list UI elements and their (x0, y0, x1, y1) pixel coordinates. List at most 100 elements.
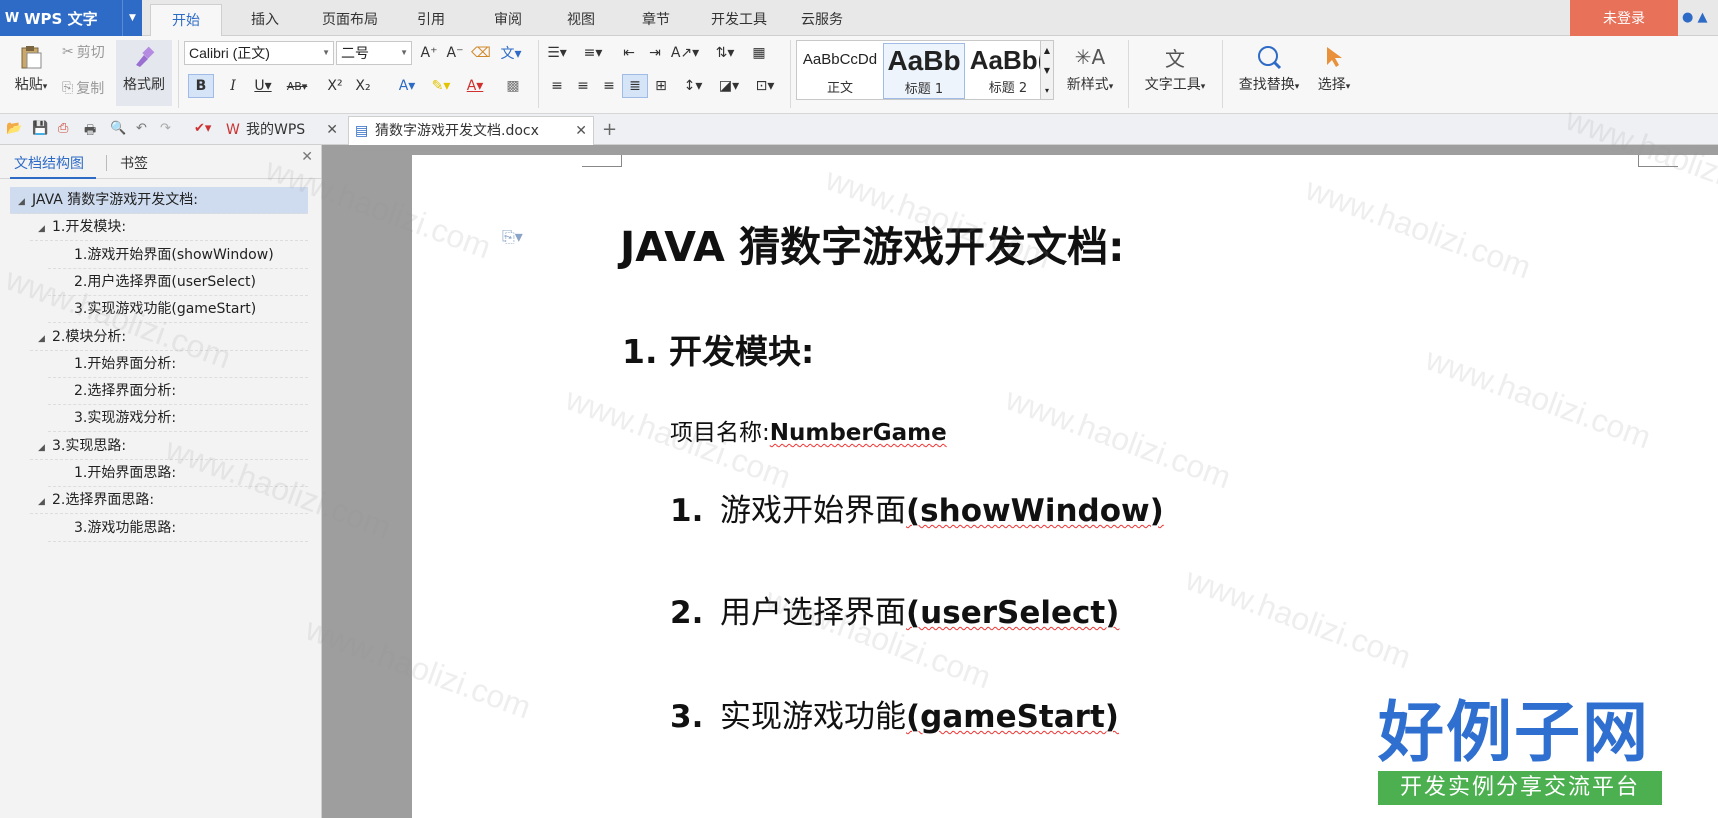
italic-button[interactable]: I (220, 74, 246, 98)
outline-item[interactable]: 3.实现游戏分析: (48, 405, 308, 433)
outline-item[interactable]: 2.用户选择界面(userSelect) (48, 269, 308, 296)
select-button[interactable]: 选择▾ (1310, 40, 1358, 94)
print-preview-icon[interactable]: 🔍 (110, 121, 126, 137)
tab-8[interactable]: 云服务 (786, 4, 858, 36)
brand-title: 好例子网 (1378, 694, 1650, 771)
outline-item[interactable]: 1.开始界面思路: (48, 460, 308, 487)
text-tools-button[interactable]: 文 文字工具▾ (1138, 40, 1212, 94)
font-family-select[interactable]: Calibri (正文) ▼ (184, 41, 334, 65)
sort-button[interactable]: ⇅▾ (712, 41, 738, 65)
text-direction-button[interactable]: A↗▾ (670, 41, 700, 65)
save-icon[interactable]: 💾 (32, 121, 48, 137)
text-effect-button[interactable]: A▾ (394, 74, 420, 98)
outline-item[interactable]: ◢ JAVA 猜数字游戏开发文档: (10, 187, 308, 214)
skin-icon[interactable]: ● ▲ (1682, 10, 1707, 25)
section-heading: 1. 开发模块: (622, 332, 815, 371)
line-spacing-button[interactable]: ↕▾ (680, 74, 706, 98)
shrink-font-button[interactable]: A⁻ (442, 41, 468, 65)
undo-icon[interactable]: ↶ (136, 121, 152, 137)
outline-item[interactable]: 1.开始界面分析: (48, 351, 308, 378)
style-normal[interactable]: AaBbCcDd 正文 (799, 43, 881, 99)
customize-icon[interactable]: ✔▾ (194, 121, 211, 137)
collapse-triangle-icon[interactable]: ◢ (38, 435, 52, 462)
app-menu-button[interactable]: W WPS 文字 ▼ (0, 0, 142, 36)
strikethrough-button[interactable]: AB▾ (284, 74, 310, 98)
new-tab-icon[interactable]: + (602, 119, 618, 140)
numbered-list-button[interactable]: ≡▾ (580, 41, 606, 65)
superscript-button[interactable]: X² (322, 74, 348, 98)
collapse-triangle-icon[interactable]: ◢ (38, 489, 52, 516)
tab-2[interactable]: 页面布局 (306, 4, 394, 36)
bold-button[interactable]: B (188, 74, 214, 98)
redo-icon[interactable]: ↷ (160, 121, 176, 137)
close-icon[interactable]: ✕ (326, 116, 338, 144)
tab-1[interactable]: 插入 (226, 4, 304, 36)
tab-5[interactable]: 视图 (546, 4, 616, 36)
outline-item[interactable]: 2.选择界面分析: (48, 378, 308, 406)
tab-document-map[interactable]: 文档结构图 (14, 153, 84, 173)
bullet-list-button[interactable]: ☰▾ (544, 41, 570, 65)
outline-item[interactable]: 1.游戏开始界面(showWindow) (48, 242, 308, 269)
format-painter-button[interactable]: 格式刷 (116, 40, 172, 106)
distribute-button[interactable]: ⊞ (648, 74, 674, 98)
paste-button[interactable]: 粘贴▾ (8, 40, 54, 94)
new-style-button[interactable]: ✳A 新样式▾ (1060, 40, 1120, 94)
font-color-button[interactable]: A▾ (462, 74, 488, 98)
export-pdf-icon[interactable]: ⎙ (58, 121, 74, 137)
underline-button[interactable]: U▾ (250, 74, 276, 98)
style-heading-2[interactable]: AaBb( 标题 2 (967, 43, 1049, 99)
outline-item[interactable]: ◢ 3.实现思路: (30, 433, 308, 460)
outline-item[interactable]: 3.实现游戏功能(gameStart) (48, 296, 308, 324)
tab-my-wps[interactable]: W 我的WPS ✕ (220, 116, 344, 145)
align-right-button[interactable]: ≡ (596, 74, 622, 98)
table-button[interactable]: ▦ (746, 41, 772, 65)
chevron-down-icon[interactable]: ▼ (122, 0, 142, 36)
shading-button[interactable]: ◪▾ (716, 74, 742, 98)
grow-font-button[interactable]: A⁺ (416, 41, 442, 65)
text-direction-icon: A↗▾ (670, 45, 700, 61)
collapse-triangle-icon[interactable]: ◢ (38, 326, 52, 353)
clear-format-button[interactable]: ⌫ (468, 41, 494, 65)
tab-6[interactable]: 章节 (624, 4, 688, 36)
char-shading-button[interactable]: ▩ (500, 74, 526, 98)
outline-item[interactable]: ◢ 2.模块分析: (30, 324, 308, 351)
find-replace-button[interactable]: 查找替换▾ (1232, 40, 1306, 94)
align-center-button[interactable]: ≡ (570, 74, 596, 98)
close-icon[interactable]: ✕ (575, 117, 587, 145)
justify-button[interactable]: ≣ (622, 74, 648, 98)
increase-indent-button[interactable]: ⇥ (642, 41, 668, 65)
tab-0[interactable]: 开始 (150, 4, 222, 37)
tab-4[interactable]: 审阅 (472, 4, 544, 36)
highlight-button[interactable]: ✎▾ (428, 74, 454, 98)
login-button[interactable]: 未登录 (1570, 0, 1678, 36)
open-icon[interactable]: 📂 (6, 121, 22, 137)
close-icon[interactable]: ✕ (301, 149, 313, 165)
print-icon[interactable]: 🖶 (84, 121, 100, 138)
subscript-button[interactable]: X₂ (350, 74, 376, 98)
cut-label: 剪切 (76, 45, 105, 61)
tab-bookmarks[interactable]: 书签 (120, 153, 148, 173)
font-size-value: 二号 (341, 45, 369, 61)
style-heading-1[interactable]: AaBb 标题 1 (883, 43, 965, 99)
align-left-button[interactable]: ≡ (544, 74, 570, 98)
decrease-indent-button[interactable]: ⇤ (616, 41, 642, 65)
styles-scroll[interactable]: ▲ ▼ ▾ (1040, 40, 1054, 100)
text-tools-label: 文字工具 (1144, 77, 1201, 93)
paragraph-layout-icon[interactable]: ⎘▾ (502, 227, 523, 247)
collapse-triangle-icon[interactable]: ◢ (18, 189, 32, 216)
copy-button[interactable]: ⎘ 复制 (62, 78, 104, 98)
wps-logo-icon: W (4, 10, 20, 26)
cut-button[interactable]: ✂ 剪切 (62, 42, 105, 62)
tab-3[interactable]: 引用 (396, 4, 466, 36)
border-button[interactable]: ⊡▾ (752, 74, 778, 98)
phonetic-button[interactable]: 文▾ (498, 41, 524, 65)
outline-item[interactable]: 3.游戏功能思路: (48, 515, 308, 542)
collapse-triangle-icon[interactable]: ◢ (38, 216, 52, 243)
tab-document[interactable]: ▤ 猜数字游戏开发文档.docx ✕ (348, 116, 594, 145)
outline-item[interactable]: ◢ 1.开发模块: (30, 214, 308, 243)
indent-icon: ⇥ (649, 45, 661, 61)
tab-7[interactable]: 开发工具 (696, 4, 782, 36)
list-code: (gameStart) (906, 699, 1119, 735)
font-size-select[interactable]: 二号 ▼ (336, 41, 412, 65)
outline-item[interactable]: ◢ 2.选择界面思路: (30, 487, 308, 516)
